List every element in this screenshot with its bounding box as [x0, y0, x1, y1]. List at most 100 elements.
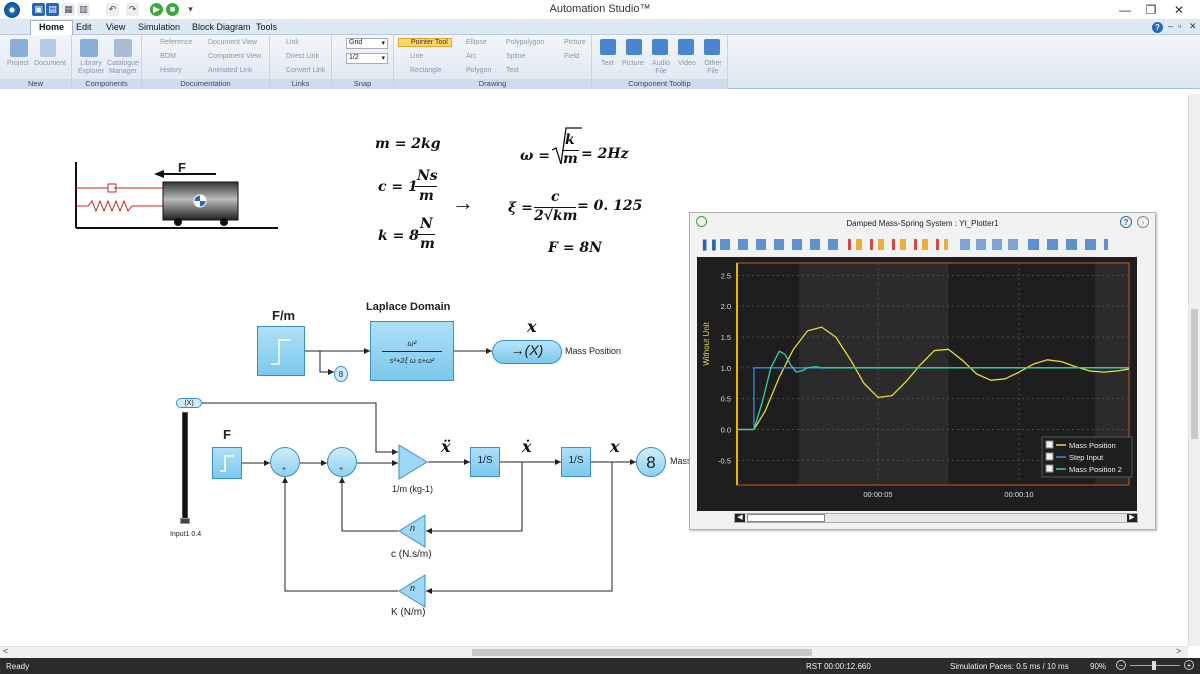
cursor-tools-icon[interactable] — [848, 239, 948, 250]
y-tick-label: 2.0 — [721, 302, 731, 311]
y-tick-label: 2.5 — [721, 271, 731, 280]
group-components: Library Explorer Catalogue Manager Compo… — [72, 35, 142, 89]
transfer-bar — [382, 351, 442, 352]
output-display-block[interactable]: 8 — [636, 447, 666, 477]
project-button[interactable]: Project — [7, 60, 29, 67]
document-view-button[interactable]: Document View — [208, 39, 257, 46]
tab-tools[interactable]: Tools — [248, 21, 285, 33]
vscroll-thumb[interactable] — [1191, 309, 1198, 439]
diagram-canvas[interactable]: F m = 2kg c = 1 Ns m k = 8 N m → ω = k m… — [0, 94, 1188, 646]
component-view-button[interactable]: Component View — [208, 53, 261, 60]
plotter-title: Damped Mass-Spring System : Yt_Plotter1 — [846, 219, 999, 228]
tooltip-audio-icon[interactable] — [652, 39, 668, 55]
plot-scroll-left-icon[interactable]: ◀ — [735, 514, 745, 522]
zoom-slider-thumb[interactable] — [1152, 661, 1156, 670]
integrator-1-label: 1/S — [477, 455, 493, 466]
tab-simulation[interactable]: Simulation — [130, 21, 188, 33]
equation-omega-suffix: = 2Hz — [581, 146, 629, 162]
tooltip-text-button[interactable]: Text — [601, 60, 614, 67]
horizontal-scrollbar[interactable]: < > — [0, 646, 1188, 658]
help-icon[interactable]: ? — [1152, 22, 1163, 33]
zoom-in-icon[interactable]: + — [1184, 660, 1194, 670]
ribbon-minimize-icon[interactable]: – — [1168, 21, 1173, 31]
ellipse-button[interactable]: Ellipse — [466, 39, 487, 46]
y-axis-label: Without Unit — [702, 321, 711, 365]
tooltip-other-file-icon[interactable] — [704, 39, 720, 55]
group-snap: Grid ▾ 1/2 ▾ Snap — [332, 35, 394, 89]
group-label-links: Links — [270, 79, 331, 89]
ribbon: Project Document New Library Explorer Ca… — [0, 35, 1200, 89]
pause-icon[interactable]: ❚❚ — [700, 238, 718, 251]
export-tools-icon[interactable] — [1028, 239, 1108, 250]
hscroll-thumb[interactable] — [472, 649, 812, 656]
plot-scroll-thumb[interactable] — [747, 514, 825, 522]
ribbon-restore-icon[interactable]: ▫ — [1178, 21, 1181, 31]
polypolygon-button[interactable]: Polypolygon — [506, 39, 544, 46]
zoom-tools-icon[interactable] — [720, 239, 840, 250]
minimize-icon[interactable]: — — [1114, 2, 1136, 18]
plotter-next-icon[interactable]: › — [1137, 216, 1149, 228]
plotter-help-icon[interactable]: ? — [1120, 216, 1132, 228]
view-tools-icon[interactable] — [960, 239, 1020, 250]
library-explorer-icon[interactable] — [80, 39, 98, 57]
hscroll-left-icon[interactable]: < — [3, 646, 8, 656]
tooltip-text-icon[interactable] — [600, 39, 616, 55]
arc-button[interactable]: Arc — [466, 53, 477, 60]
plot-scrollbar[interactable]: ◀ ▶ — [734, 513, 1138, 523]
status-bar: Ready RST 00:00:12.660 Simulation Paces:… — [0, 658, 1200, 674]
catalogue-manager-icon[interactable] — [114, 39, 132, 57]
tab-view[interactable]: View — [98, 21, 133, 33]
tab-home[interactable]: Home — [30, 20, 74, 35]
polygon-button[interactable]: Polygon — [466, 67, 491, 74]
bom-button[interactable]: BOM — [160, 53, 176, 60]
plotter-toolbar: ❚❚ — [698, 235, 1148, 253]
project-icon[interactable] — [10, 39, 28, 57]
group-links: Link Direct Link Convert Link Links — [270, 35, 332, 89]
direct-link-button[interactable]: Direct Link — [286, 53, 319, 60]
document-icon[interactable] — [40, 39, 56, 57]
input-slider-thumb[interactable] — [180, 518, 190, 524]
picture-button[interactable]: Picture — [564, 39, 586, 46]
tab-edit[interactable]: Edit — [68, 21, 100, 33]
plot-area[interactable]: 2.5 2.0 1.5 1.0 0.5 0.0 -0.5 00:00:05 00:00:10 Wi… — [697, 257, 1137, 511]
tooltip-other-file-button[interactable]: Other File — [702, 60, 724, 76]
pointer-tool-button[interactable]: Pointer Tool — [398, 38, 452, 47]
zoom-out-icon[interactable]: − — [1116, 660, 1126, 670]
laplace-input-label: F/m — [272, 308, 296, 323]
restore-icon[interactable]: ❐ — [1140, 2, 1162, 18]
tooltip-picture-button[interactable]: Picture — [622, 60, 644, 67]
ribbon-close-icon[interactable]: ✕ — [1189, 21, 1197, 32]
document-button[interactable]: Document — [34, 60, 66, 67]
line-button[interactable]: Line — [410, 53, 423, 60]
slider-header[interactable]: (X) — [176, 398, 202, 408]
plot-scroll-right-icon[interactable]: ▶ — [1127, 514, 1137, 522]
grid-select[interactable]: Grid ▾ — [346, 38, 388, 49]
text-button[interactable]: Text — [506, 67, 519, 74]
history-button[interactable]: History — [160, 67, 182, 74]
plotter-window[interactable]: Damped Mass-Spring System : Yt_Plotter1 … — [689, 212, 1156, 530]
tooltip-audio-button[interactable]: Audio File — [650, 60, 672, 76]
input-slider-track[interactable] — [182, 412, 188, 524]
gain-block-main[interactable] — [398, 444, 428, 480]
spline-button[interactable]: Spline — [506, 53, 525, 60]
link-button[interactable]: Link — [286, 39, 299, 46]
tooltip-picture-icon[interactable] — [626, 39, 642, 55]
legend-checkbox — [1045, 440, 1054, 449]
field-button[interactable]: Field — [564, 53, 579, 60]
library-explorer-button[interactable]: Library Explorer — [75, 60, 107, 76]
plot-band — [799, 263, 949, 485]
rectangle-button[interactable]: Rectangle — [410, 67, 442, 74]
convert-link-button[interactable]: Convert Link — [286, 67, 325, 74]
laplace-display-block[interactable]: 8 — [334, 366, 348, 382]
status-rst-time: RST 00:00:12.660 — [806, 662, 871, 671]
gain-main-label: 1/m (kg-1) — [392, 484, 434, 494]
animated-link-button[interactable]: Animated Link — [208, 67, 252, 74]
catalogue-manager-button[interactable]: Catalogue Manager — [105, 60, 141, 76]
tooltip-video-icon[interactable] — [678, 39, 694, 55]
tooltip-video-button[interactable]: Video — [678, 60, 696, 67]
ratio-select[interactable]: 1/2 ▾ — [346, 53, 388, 64]
close-icon[interactable]: ✕ — [1168, 2, 1190, 18]
vertical-scrollbar[interactable] — [1188, 94, 1200, 646]
hscroll-right-icon[interactable]: > — [1176, 646, 1181, 656]
reference-button[interactable]: Reference — [160, 39, 192, 46]
